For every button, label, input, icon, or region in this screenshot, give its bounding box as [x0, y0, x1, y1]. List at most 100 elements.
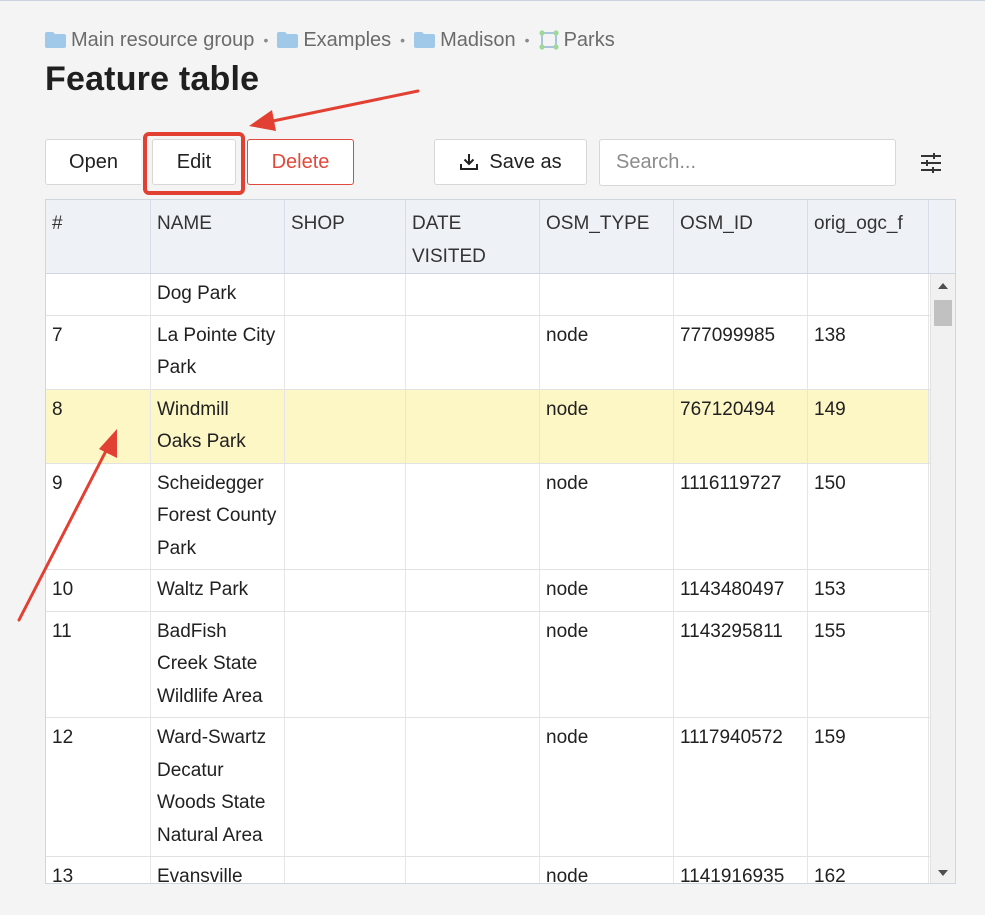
cell-num: 13 [46, 857, 151, 883]
breadcrumb-label[interactable]: Main resource group [71, 29, 254, 52]
cell-orig-ogc-f [808, 274, 929, 315]
breadcrumb: Main resource group • Examples • Madison… [45, 28, 615, 52]
cell-osm-type: node [540, 611, 674, 717]
scrollbar-thumb[interactable] [934, 300, 952, 326]
cell-date-visited [406, 570, 540, 611]
cell-osm-id: 777099985 [674, 315, 808, 389]
column-header-osm-id[interactable]: OSM_ID [674, 200, 808, 273]
cell-name: Waltz Park [151, 570, 285, 611]
folder-icon [45, 32, 66, 48]
cell-num: 10 [46, 570, 151, 611]
cell-osm-type: node [540, 315, 674, 389]
table-header: # NAME SHOP DATE VISITED OSM_TYPE OSM_ID… [46, 200, 955, 274]
scroll-down-icon[interactable] [931, 863, 955, 883]
cell-name: Dog Park [151, 274, 285, 315]
cell-num [46, 274, 151, 315]
cell-shop [285, 611, 406, 717]
breadcrumb-item-madison[interactable]: Madison [414, 29, 516, 52]
table-row[interactable]: Dog Park [46, 274, 930, 316]
scroll-up-icon[interactable] [931, 276, 955, 296]
folder-icon [277, 32, 299, 48]
column-header-shop[interactable]: SHOP [285, 200, 406, 273]
breadcrumb-item-examples[interactable]: Examples [277, 29, 391, 52]
breadcrumb-item-parks[interactable]: Parks [538, 29, 615, 52]
cell-shop [285, 315, 406, 389]
cell-num: 7 [46, 315, 151, 389]
cell-name: Scheidegger Forest County Park [151, 463, 285, 569]
column-header-date-visited[interactable]: DATE VISITED [406, 200, 540, 273]
table-row[interactable]: 12 Ward-Swartz Decatur Woods State Natur… [46, 718, 930, 857]
cell-osm-id: 1116119727 [674, 463, 808, 569]
breadcrumb-separator: • [400, 32, 406, 48]
cell-osm-id: 1143295811 [674, 611, 808, 717]
cell-name: Ward-Swartz Decatur Woods State Natural … [151, 718, 285, 856]
folder-icon [414, 32, 436, 48]
cell-orig-ogc-f: 138 [808, 315, 929, 389]
cell-orig-ogc-f: 153 [808, 570, 929, 611]
sliders-icon[interactable] [920, 152, 942, 174]
breadcrumb-separator: • [263, 32, 269, 48]
column-header-name[interactable]: NAME [151, 200, 285, 273]
breadcrumb-label[interactable]: Examples [303, 29, 391, 52]
cell-osm-type: node [540, 570, 674, 611]
cell-num: 8 [46, 389, 151, 463]
cell-orig-ogc-f: 150 [808, 463, 929, 569]
delete-button[interactable]: Delete [247, 139, 354, 185]
open-button[interactable]: Open [45, 139, 141, 185]
cell-shop [285, 570, 406, 611]
column-header-num[interactable]: # [46, 200, 151, 273]
column-header-filler [929, 200, 955, 273]
breadcrumb-label[interactable]: Madison [440, 29, 516, 52]
cell-osm-type: node [540, 857, 674, 883]
table-scrollbar[interactable] [930, 274, 955, 883]
cell-num: 9 [46, 463, 151, 569]
cell-num: 12 [46, 718, 151, 856]
cell-osm-type: node [540, 718, 674, 856]
cell-orig-ogc-f: 159 [808, 718, 929, 856]
cell-osm-id: 767120494 [674, 389, 808, 463]
cell-osm-id: 1117940572 [674, 718, 808, 856]
breadcrumb-label[interactable]: Parks [564, 29, 615, 52]
table-row[interactable]: 9 Scheidegger Forest County Park node 11… [46, 463, 930, 570]
cell-date-visited [406, 315, 540, 389]
cell-osm-id: 1141916935 [674, 857, 808, 883]
cell-shop [285, 463, 406, 569]
table-row-selected[interactable]: 8 Windmill Oaks Park node 767120494 149 [46, 389, 930, 464]
table-row[interactable]: 13 Evansville node 1141916935 162 [46, 857, 930, 883]
cell-name: Windmill Oaks Park [151, 389, 285, 463]
cell-osm-type: node [540, 463, 674, 569]
table-body: Dog Park 7 La Pointe City Park node 7770… [46, 274, 930, 883]
search-input[interactable] [599, 139, 896, 186]
cell-shop [285, 274, 406, 315]
breadcrumb-item-main-resource-group[interactable]: Main resource group [45, 29, 254, 52]
table-row[interactable]: 10 Waltz Park node 1143480497 153 [46, 570, 930, 612]
cell-shop [285, 857, 406, 883]
cell-name: BadFish Creek State Wildlife Area [151, 611, 285, 717]
vector-layer-icon [538, 30, 559, 50]
cell-orig-ogc-f: 162 [808, 857, 929, 883]
cell-shop [285, 389, 406, 463]
cell-date-visited [406, 718, 540, 856]
save-as-button[interactable]: Save as [434, 139, 587, 185]
save-as-label: Save as [489, 150, 562, 173]
cell-orig-ogc-f: 149 [808, 389, 929, 463]
page-title: Feature table [45, 60, 260, 98]
cell-date-visited [406, 463, 540, 569]
cell-orig-ogc-f: 155 [808, 611, 929, 717]
cell-name: La Pointe City Park [151, 315, 285, 389]
table-row[interactable]: 11 BadFish Creek State Wildlife Area nod… [46, 611, 930, 718]
cell-osm-id [674, 274, 808, 315]
arrow-to-edit-button [249, 89, 420, 131]
top-border [0, 0, 985, 1]
edit-button[interactable]: Edit [152, 139, 236, 185]
table-row[interactable]: 7 La Pointe City Park node 777099985 138 [46, 315, 930, 390]
column-header-orig-ogc-f[interactable]: orig_ogc_f [808, 200, 929, 273]
cell-shop [285, 718, 406, 856]
cell-osm-type: node [540, 389, 674, 463]
cell-date-visited [406, 274, 540, 315]
cell-osm-id: 1143480497 [674, 570, 808, 611]
cell-num: 11 [46, 611, 151, 717]
column-header-osm-type[interactable]: OSM_TYPE [540, 200, 674, 273]
cell-date-visited [406, 857, 540, 883]
cell-date-visited [406, 389, 540, 463]
